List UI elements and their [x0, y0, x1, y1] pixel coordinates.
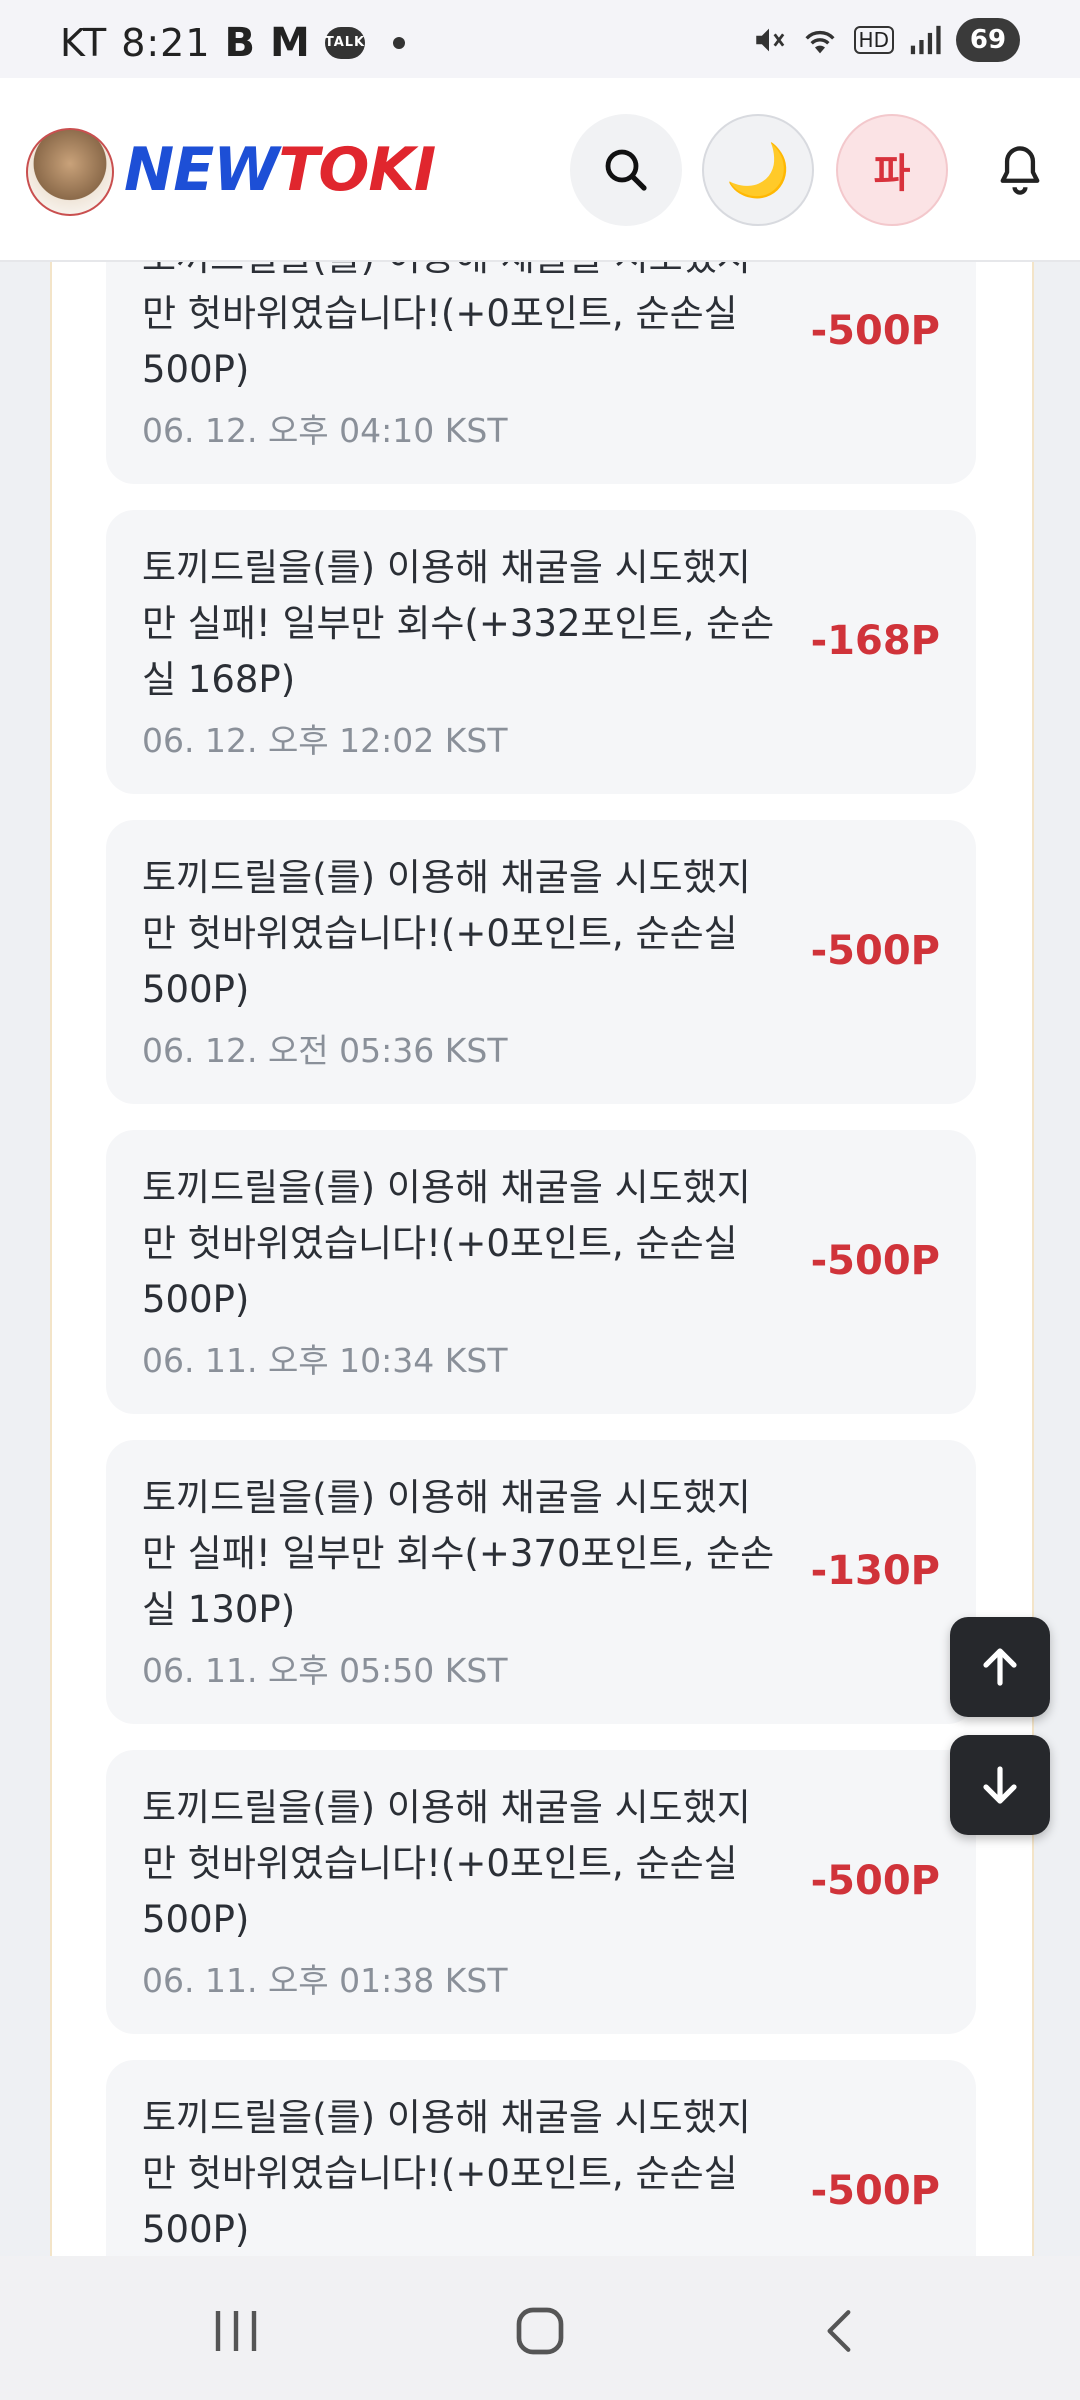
list-item: 토끼드릴을(를) 이용해 채굴을 시도했지만 헛바위였습니다!(+0포인트, 순…	[106, 2060, 976, 2262]
notification-dot-icon	[392, 37, 405, 49]
arrow-up-icon	[983, 1648, 1017, 1686]
entry-time: 06. 12. 오후 04:10 KST	[142, 411, 508, 450]
entry-time: 06. 12. 오전 05:36 KST	[142, 1031, 508, 1070]
site-header: NEWTOKI 🌙 파	[0, 78, 1080, 262]
list-item: 토끼드릴을(를) 이용해 채굴을 시도했지만 헛바위였습니다!(+0포인트, 순…	[106, 1130, 976, 1414]
entry-message: 토끼드릴을(를) 이용해 채굴을 시도했지만 헛바위였습니다!(+0포인트, 순…	[142, 856, 751, 1011]
brand-new-text: NEW	[124, 135, 279, 205]
list-item: 토끼드릴을(를) 이용해 채굴을 시도했지만 헛바위였습니다!(+0포인트, 순…	[106, 262, 976, 484]
entry-amount: -130P	[810, 1548, 940, 1594]
site-brand[interactable]: NEWTOKI	[124, 128, 436, 212]
kakaotalk-icon: TALK	[324, 27, 365, 59]
entry-time: 06. 11. 오후 05:50 KST	[142, 1651, 508, 1690]
status-right: HD 69	[752, 18, 1020, 62]
entry-message: 토끼드릴을(를) 이용해 채굴을 시도했지만 실패! 일부만 회수(+370포인…	[142, 1476, 775, 1631]
point-history-list: 토끼드릴을(를) 이용해 채굴을 시도했지만 헛바위였습니다!(+0포인트, 순…	[106, 262, 976, 2262]
entry-time: 06. 11. 오후 01:38 KST	[142, 1961, 508, 2000]
signal-icon	[910, 25, 941, 55]
back-icon	[827, 2310, 851, 2352]
entry-message: 토끼드릴을(를) 이용해 채굴을 시도했지만 실패! 일부만 회수(+332포인…	[142, 546, 775, 701]
wifi-icon	[805, 30, 835, 54]
user-avatar-button[interactable]: 파	[836, 114, 948, 226]
point-history-panel: 토끼드릴을(를) 이용해 채굴을 시도했지만 헛바위였습니다!(+0포인트, 순…	[50, 262, 1034, 2262]
battery-indicator: 69	[956, 18, 1020, 62]
brand-toki-text: TOKI	[278, 135, 436, 205]
user-initial: 파	[873, 151, 911, 197]
entry-message: 토끼드릴을(를) 이용해 채굴을 시도했지만 헛바위였습니다!(+0포인트, 순…	[142, 262, 751, 391]
arrow-down-icon	[983, 1766, 1017, 1804]
entry-message: 토끼드릴을(를) 이용해 채굴을 시도했지만 헛바위였습니다!(+0포인트, 순…	[142, 1166, 751, 1321]
entry-amount: -500P	[810, 1858, 940, 1904]
list-item: 토끼드릴을(를) 이용해 채굴을 시도했지만 헛바위였습니다!(+0포인트, 순…	[106, 1750, 976, 2034]
entry-amount: -500P	[810, 2168, 940, 2214]
list-item: 토끼드릴을(를) 이용해 채굴을 시도했지만 헛바위였습니다!(+0포인트, 순…	[106, 820, 976, 1104]
system-nav-bar	[0, 2256, 1080, 2400]
scroll-top-button[interactable]	[950, 1617, 1050, 1717]
moon-icon: 🌙	[725, 140, 791, 201]
notifications-button[interactable]	[990, 140, 1050, 200]
mute-icon	[755, 28, 784, 52]
dark-mode-toggle[interactable]: 🌙	[702, 114, 814, 226]
entry-message: 토끼드릴을(를) 이용해 채굴을 시도했지만 헛바위였습니다!(+0포인트, 순…	[142, 2096, 751, 2251]
hd-label: HD	[853, 26, 894, 54]
entry-amount: -168P	[810, 618, 940, 664]
back-button[interactable]	[800, 2296, 880, 2366]
entry-amount: -500P	[810, 1238, 940, 1284]
entry-amount: -500P	[810, 928, 940, 974]
entry-time: 06. 12. 오후 12:02 KST	[142, 721, 508, 760]
home-button[interactable]	[500, 2296, 580, 2366]
site-logo-icon[interactable]	[26, 128, 114, 216]
status-left: KT 8:21 B M TALK	[60, 20, 405, 66]
search-icon	[605, 149, 647, 191]
status-bar: KT 8:21 B M TALK HD 69	[0, 0, 1080, 78]
search-button[interactable]	[570, 114, 682, 226]
recent-apps-button[interactable]	[196, 2296, 276, 2366]
app-icon-b: B	[224, 20, 257, 66]
app-icon-m: M	[270, 20, 311, 66]
carrier-label: KT	[60, 21, 108, 65]
home-icon	[516, 2307, 564, 2355]
entry-message: 토끼드릴을(를) 이용해 채굴을 시도했지만 헛바위였습니다!(+0포인트, 순…	[142, 1786, 751, 1941]
recent-apps-icon	[215, 2311, 257, 2351]
scroll-bottom-button[interactable]	[950, 1735, 1050, 1835]
list-item: 토끼드릴을(를) 이용해 채굴을 시도했지만 실패! 일부만 회수(+332포인…	[106, 510, 976, 794]
entry-time: 06. 11. 오후 10:34 KST	[142, 1341, 508, 1380]
entry-amount: -500P	[810, 308, 940, 354]
clock: 8:21	[121, 21, 211, 65]
bell-icon	[1000, 146, 1040, 195]
list-item: 토끼드릴을(를) 이용해 채굴을 시도했지만 실패! 일부만 회수(+370포인…	[106, 1440, 976, 1724]
